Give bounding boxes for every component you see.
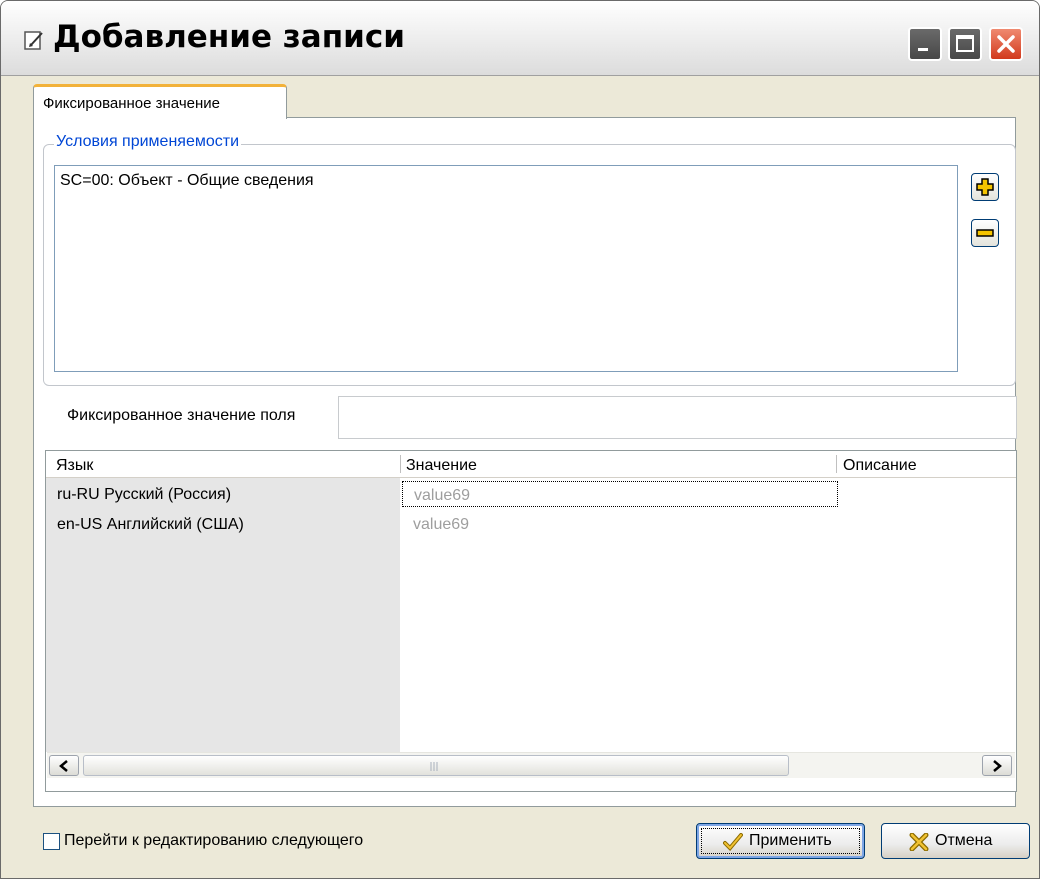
remove-condition-button[interactable]: [971, 219, 999, 247]
values-grid: Язык Значение Описание ru-RU Русский (Ро…: [45, 450, 1017, 792]
description-cell[interactable]: [838, 511, 1016, 537]
minus-icon: [976, 229, 994, 237]
language-cell: en-US Английский (США): [57, 516, 244, 533]
table-row[interactable]: en-US Английский (США) value69: [46, 509, 1016, 539]
next-edit-checkbox[interactable]: [43, 833, 60, 850]
conditions-list[interactable]: SC=00: Объект - Общие сведения: [54, 165, 958, 372]
next-edit-label[interactable]: Перейти к редактированию следующего: [64, 832, 363, 850]
value-cell[interactable]: value69: [402, 481, 838, 507]
grid-header: Язык Значение Описание: [46, 451, 1016, 478]
description-cell[interactable]: [838, 481, 1016, 507]
cancel-button[interactable]: Отмена: [881, 823, 1030, 859]
checkmark-icon: [723, 833, 743, 851]
column-header-description[interactable]: Описание: [843, 457, 917, 475]
apply-button[interactable]: Применить: [696, 823, 865, 859]
value-cell[interactable]: value69: [402, 511, 838, 537]
value-text: value69: [413, 516, 470, 533]
fixed-field-input[interactable]: [338, 396, 1017, 439]
apply-label: Применить: [749, 832, 832, 849]
minimize-button[interactable]: [908, 27, 942, 61]
column-divider[interactable]: [400, 455, 401, 473]
close-icon: [997, 35, 1015, 53]
column-header-language[interactable]: Язык: [56, 457, 93, 475]
maximize-icon: [956, 35, 974, 52]
table-row[interactable]: ru-RU Русский (Россия) value69: [46, 479, 1016, 509]
edit-document-icon: [24, 31, 43, 50]
chevron-left-icon: [59, 760, 68, 772]
add-condition-button[interactable]: [971, 173, 999, 201]
column-header-value[interactable]: Значение: [406, 457, 477, 475]
scroll-left-button[interactable]: [49, 755, 79, 776]
cancel-label: Отмена: [935, 832, 993, 849]
grip-icon: [430, 762, 438, 771]
list-item[interactable]: SC=00: Объект - Общие сведения: [60, 172, 314, 190]
close-button[interactable]: [989, 27, 1023, 61]
conditions-legend: Условия применяемости: [54, 133, 242, 151]
scroll-thumb[interactable]: [83, 755, 789, 776]
minimize-icon: [918, 48, 928, 51]
tab-fixed-value[interactable]: Фиксированное значение: [33, 84, 287, 119]
horizontal-scrollbar[interactable]: [47, 752, 1015, 778]
chevron-right-icon: [993, 760, 1002, 772]
column-divider[interactable]: [836, 455, 837, 473]
plus-icon: [976, 178, 994, 196]
dialog-window: Добавление записи Фиксированное значение…: [0, 0, 1040, 879]
tab-label: Фиксированное значение: [43, 95, 220, 112]
title-bar[interactable]: Добавление записи: [1, 1, 1039, 76]
fixed-field-label: Фиксированное значение поля: [67, 407, 296, 424]
window-title: Добавление записи: [53, 19, 405, 55]
value-text: value69: [414, 487, 471, 504]
cross-icon: [909, 833, 929, 851]
maximize-button[interactable]: [948, 27, 982, 61]
scroll-right-button[interactable]: [982, 755, 1012, 776]
language-cell: ru-RU Русский (Россия): [57, 486, 232, 503]
